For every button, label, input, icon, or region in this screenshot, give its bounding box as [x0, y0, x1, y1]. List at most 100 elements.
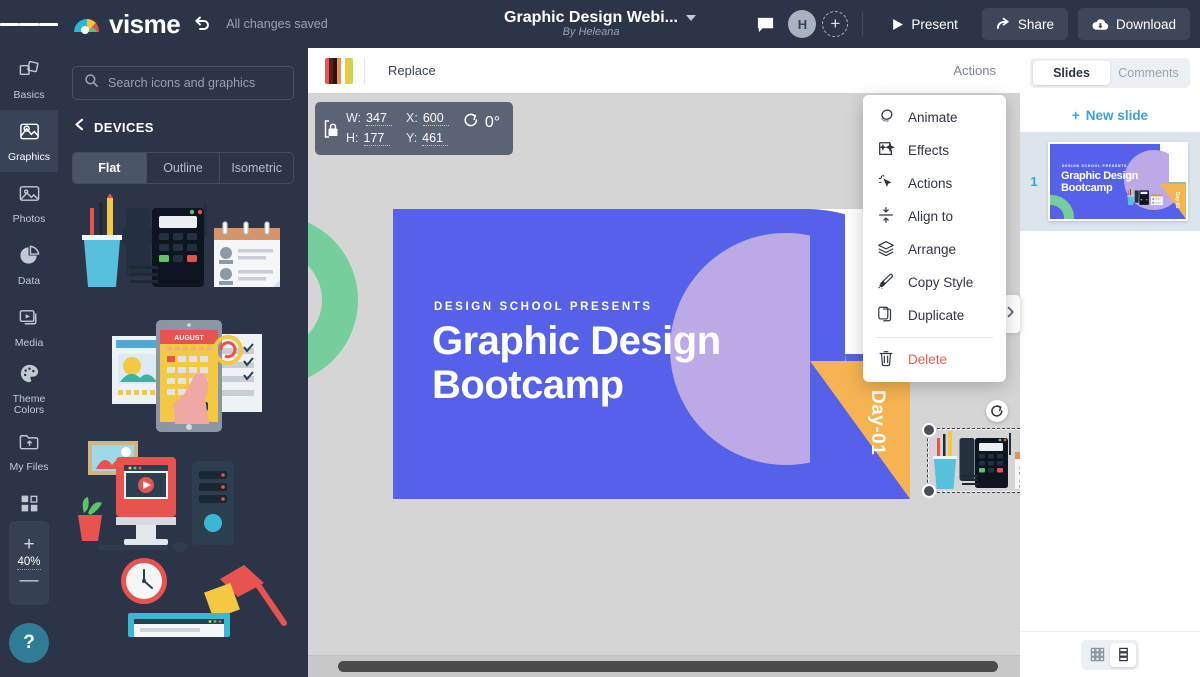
width-field[interactable]: W: 347 [346, 111, 392, 126]
share-label: Share [1018, 17, 1054, 32]
color-swatch[interactable] [325, 58, 353, 84]
menu-item-align-to[interactable]: Align to [863, 200, 1006, 233]
y-value[interactable]: 461 [422, 131, 448, 146]
new-slide-button[interactable]: + New slide [1020, 98, 1200, 132]
horizontal-scrollbar[interactable] [308, 655, 1020, 677]
thumbnail-title: Graphic Design Bootcamp [1061, 170, 1138, 194]
slides-panel: Slides Comments + New slide 1 [1020, 48, 1200, 677]
my-files-icon [18, 430, 41, 458]
undo-icon[interactable] [192, 14, 212, 34]
size-fields: W: 347 H: 177 [346, 111, 392, 146]
share-button[interactable]: Share [982, 8, 1068, 40]
y-field[interactable]: Y: 461 [406, 131, 449, 146]
replace-button[interactable]: Replace [376, 57, 448, 84]
graphic-thumbnail[interactable]: AUGUST [58, 314, 308, 439]
category-header[interactable]: DEVICES [74, 118, 292, 136]
present-label: Present [911, 17, 958, 32]
slide-headline[interactable]: Graphic Design Bootcamp [432, 319, 721, 407]
slide-thumbnail[interactable]: DESIGN SCHOOL PRESENTS Graphic Design Bo… [1048, 142, 1188, 221]
x-value[interactable]: 600 [423, 111, 449, 126]
theme-colors-icon [18, 362, 41, 390]
present-button[interactable]: Present [877, 8, 972, 40]
brand-logo[interactable]: visme [72, 11, 180, 37]
list-view-icon[interactable] [1110, 643, 1136, 667]
add-collaborator-button[interactable]: + [822, 11, 848, 37]
sidebar-item-my-files[interactable]: My Files [0, 420, 58, 482]
height-field[interactable]: H: 177 [346, 131, 392, 146]
search-box[interactable] [72, 66, 294, 100]
download-label: Download [1116, 17, 1176, 32]
tab-comments[interactable]: Comments [1110, 61, 1187, 85]
menu-item-animate[interactable]: Animate [863, 101, 1006, 134]
sidebar-item-graphics[interactable]: Graphics [0, 110, 58, 172]
duplicate-icon [877, 305, 895, 326]
help-button[interactable]: ? [9, 623, 49, 663]
resize-handle-bottom-left[interactable] [922, 484, 936, 498]
slide-eyebrow[interactable]: DESIGN SCHOOL PRESENTS [434, 301, 653, 313]
sidebar-item-data[interactable]: Data [0, 234, 58, 296]
x-label: X: [406, 111, 418, 125]
chevron-left-icon[interactable] [74, 118, 85, 136]
data-icon [18, 244, 41, 272]
sidebar-item-photos[interactable]: Photos [0, 172, 58, 234]
apps-icon [19, 493, 40, 519]
download-button[interactable]: Download [1078, 8, 1190, 40]
thumbnail-title-line-1: Graphic Design [1061, 170, 1138, 182]
style-tab-outline[interactable]: Outline [147, 153, 221, 183]
sidebar-item-media[interactable]: Media [0, 296, 58, 358]
menu-item-actions[interactable]: Actions [863, 167, 1006, 200]
lock-icon[interactable] [324, 119, 339, 139]
x-field[interactable]: X: 600 [406, 111, 449, 126]
rotation-field[interactable]: 0° [463, 112, 500, 133]
menu-item-delete[interactable]: Delete [863, 343, 1006, 376]
slide-canvas[interactable]: DESIGN SCHOOL PRESENTS Graphic Design Bo… [393, 209, 910, 499]
chevron-down-icon[interactable] [686, 15, 696, 21]
slide-number: 1 [1028, 174, 1040, 189]
zoom-level[interactable]: 40% [17, 556, 40, 570]
delete-icon [877, 349, 895, 370]
search-icon [84, 73, 99, 93]
style-tab-isometric[interactable]: Isometric [220, 153, 293, 183]
slide-day-label[interactable]: Day-01 [866, 390, 888, 455]
comment-icon[interactable] [752, 11, 778, 37]
tab-slides[interactable]: Slides [1033, 61, 1110, 85]
animate-icon [877, 107, 895, 128]
rotation-value[interactable]: 0° [485, 114, 500, 132]
save-status: All changes saved [226, 17, 327, 31]
y-label: Y: [406, 131, 417, 145]
sidebar-item-label: Basics [14, 90, 45, 101]
resize-handle-top-left[interactable] [922, 423, 936, 437]
rotate-handle-icon[interactable] [986, 400, 1008, 422]
actions-button[interactable]: Actions [953, 63, 996, 78]
search-input[interactable] [108, 76, 282, 90]
photos-icon [18, 182, 41, 210]
sidebar-item-basics[interactable]: Basics [0, 48, 58, 110]
zoom-out-button[interactable]: — [20, 573, 39, 589]
menu-item-effects[interactable]: Effects [863, 134, 1006, 167]
context-menu: Animate Effects Actions [863, 95, 1006, 382]
scrollbar-thumb[interactable] [338, 661, 998, 672]
category-name: DEVICES [94, 120, 154, 135]
basics-icon [18, 58, 41, 86]
graphic-thumbnail[interactable] [58, 194, 308, 314]
width-value[interactable]: 347 [366, 111, 392, 126]
svg-text:AUGUST: AUGUST [174, 335, 204, 342]
list-item[interactable]: 1 [1020, 132, 1200, 231]
grid-view-icon[interactable] [1084, 643, 1110, 667]
sidebar-item-theme-colors[interactable]: Theme Colors [0, 358, 58, 420]
graphic-thumbnail[interactable] [58, 439, 308, 557]
avatar[interactable]: H [788, 10, 816, 38]
style-tab-flat[interactable]: Flat [73, 153, 147, 183]
height-value[interactable]: 177 [364, 131, 390, 146]
graphic-thumbnail[interactable] [58, 557, 308, 637]
menu-item-arrange[interactable]: Arrange [863, 233, 1006, 266]
hamburger-icon[interactable] [0, 0, 58, 48]
zoom-in-button[interactable]: + [23, 537, 34, 553]
menu-item-duplicate[interactable]: Duplicate [863, 299, 1006, 332]
selection-box[interactable] [928, 429, 1020, 492]
thumbnail-title-line-2: Bootcamp [1061, 182, 1112, 194]
document-title[interactable]: Graphic Design Webi... [504, 10, 678, 27]
search-wrapper [72, 66, 294, 100]
menu-item-copy-style[interactable]: Copy Style [863, 266, 1006, 299]
sidebar-item-label: Data [18, 276, 40, 287]
